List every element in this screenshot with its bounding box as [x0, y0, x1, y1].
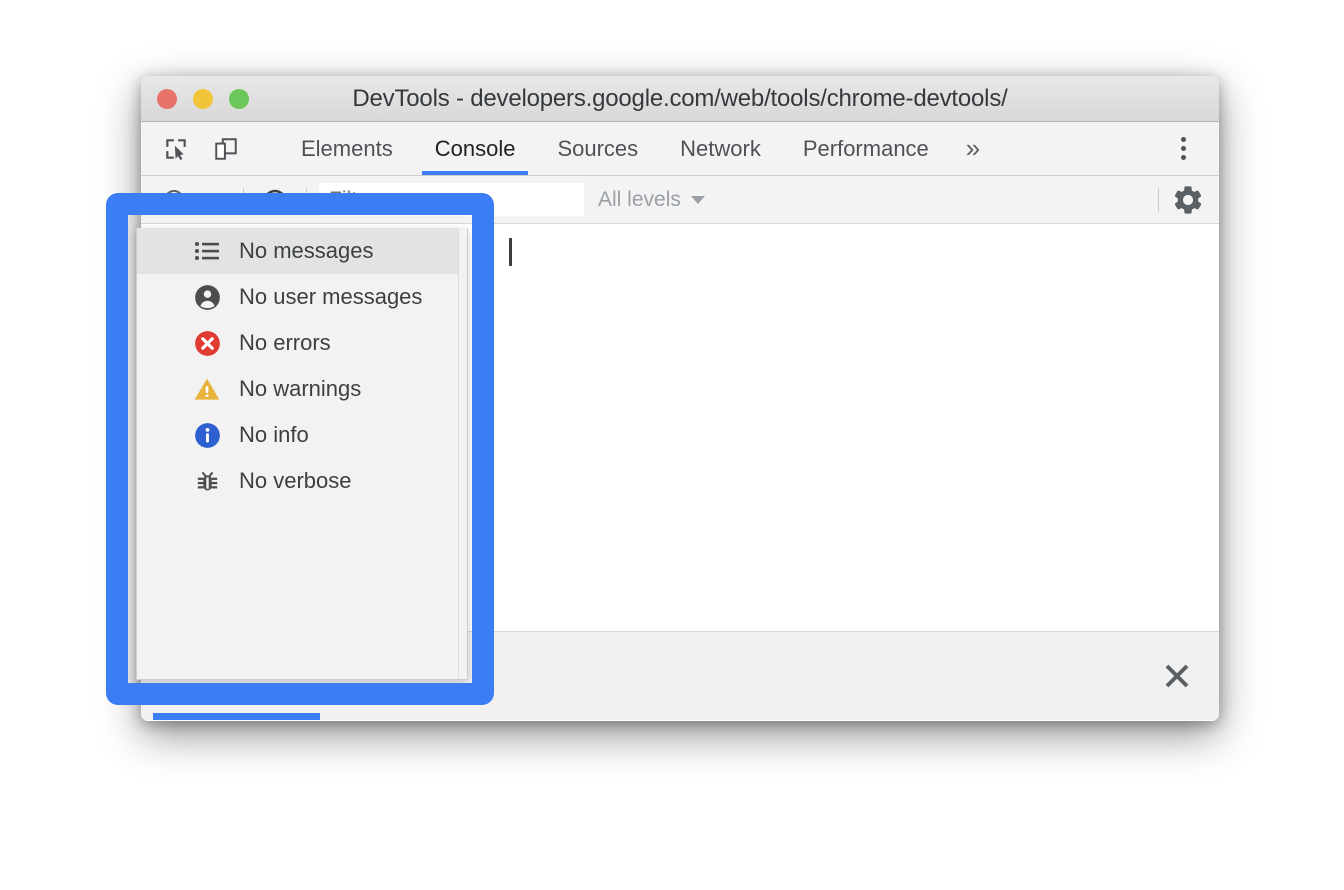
screenshot-stage: DevTools - developers.google.com/web/too… [0, 0, 1344, 890]
drawer-tab-indicator [153, 713, 320, 720]
close-window-button[interactable] [157, 88, 177, 109]
devtools-tabs: Elements Console Sources Network Perform… [280, 122, 996, 175]
filterbar-divider-1 [243, 187, 244, 212]
tabbar-left-icons [141, 122, 280, 175]
menu-item-no-verbose[interactable]: No verbose [137, 458, 467, 504]
clear-console-icon[interactable] [155, 181, 193, 219]
menu-item-no-messages[interactable]: No messages [137, 228, 467, 274]
menu-item-label: No warnings [239, 376, 362, 401]
tab-network[interactable]: Network [659, 122, 782, 175]
kebab-menu-icon[interactable] [1163, 129, 1203, 169]
console-filter-toolbar: All levels [141, 176, 1219, 224]
minimize-window-button[interactable] [193, 88, 213, 109]
tab-performance-label: Performance [802, 135, 929, 161]
log-levels-menu: No messages No user messages No errors N… [136, 228, 468, 680]
chevron-down-icon [204, 195, 220, 204]
menu-scrollbar[interactable] [458, 228, 467, 679]
tab-elements[interactable]: Elements [280, 122, 414, 175]
live-expression-icon[interactable] [256, 181, 294, 219]
window-title: DevTools - developers.google.com/web/too… [352, 84, 1008, 112]
tab-console-label: Console [434, 135, 516, 161]
tab-sources[interactable]: Sources [536, 122, 659, 175]
tabbar-right [1134, 122, 1219, 175]
tab-sources-label: Sources [557, 135, 639, 161]
maximize-window-button[interactable] [229, 88, 249, 109]
log-levels-dropdown[interactable]: All levels [598, 188, 705, 212]
filter-input[interactable] [319, 183, 584, 216]
filterbar-divider-2 [306, 187, 307, 212]
filterbar-divider-3 [1158, 187, 1159, 212]
menu-item-no-warnings[interactable]: No warnings [137, 366, 467, 412]
log-levels-label: All levels [598, 187, 681, 211]
menu-item-no-info[interactable]: No info [137, 412, 467, 458]
filterbar-right [1146, 183, 1205, 217]
console-prompt-caret [509, 238, 512, 266]
inspect-element-icon[interactable] [157, 130, 195, 168]
tab-elements-label: Elements [301, 135, 393, 161]
execution-context-dropdown[interactable] [193, 181, 231, 219]
bug-icon [193, 467, 221, 495]
menu-item-label: No verbose [239, 468, 352, 493]
tab-performance[interactable]: Performance [782, 122, 950, 175]
info-icon [193, 421, 221, 449]
menu-item-label: No errors [239, 330, 331, 355]
more-tabs-label: » [965, 133, 981, 163]
warning-icon [193, 375, 221, 403]
menu-item-label: No messages [239, 238, 374, 263]
person-icon [193, 283, 221, 311]
chevron-down-icon [690, 195, 705, 204]
error-icon [193, 329, 221, 357]
more-tabs-button[interactable]: » [950, 122, 996, 175]
menu-item-no-user-messages[interactable]: No user messages [137, 274, 467, 320]
menu-item-label: No info [239, 422, 309, 447]
menu-item-no-errors[interactable]: No errors [137, 320, 467, 366]
tab-console[interactable]: Console [414, 122, 537, 175]
close-drawer-icon[interactable] [1157, 656, 1197, 696]
menu-item-label: No user messages [239, 284, 423, 309]
traffic-light-buttons [157, 88, 249, 109]
devtools-tabbar: Elements Console Sources Network Perform… [141, 122, 1219, 176]
window-titlebar: DevTools - developers.google.com/web/too… [141, 76, 1219, 122]
list-icon [193, 237, 221, 265]
device-toolbar-icon[interactable] [207, 130, 245, 168]
settings-gear-icon[interactable] [1171, 183, 1205, 217]
tab-network-label: Network [680, 135, 761, 161]
